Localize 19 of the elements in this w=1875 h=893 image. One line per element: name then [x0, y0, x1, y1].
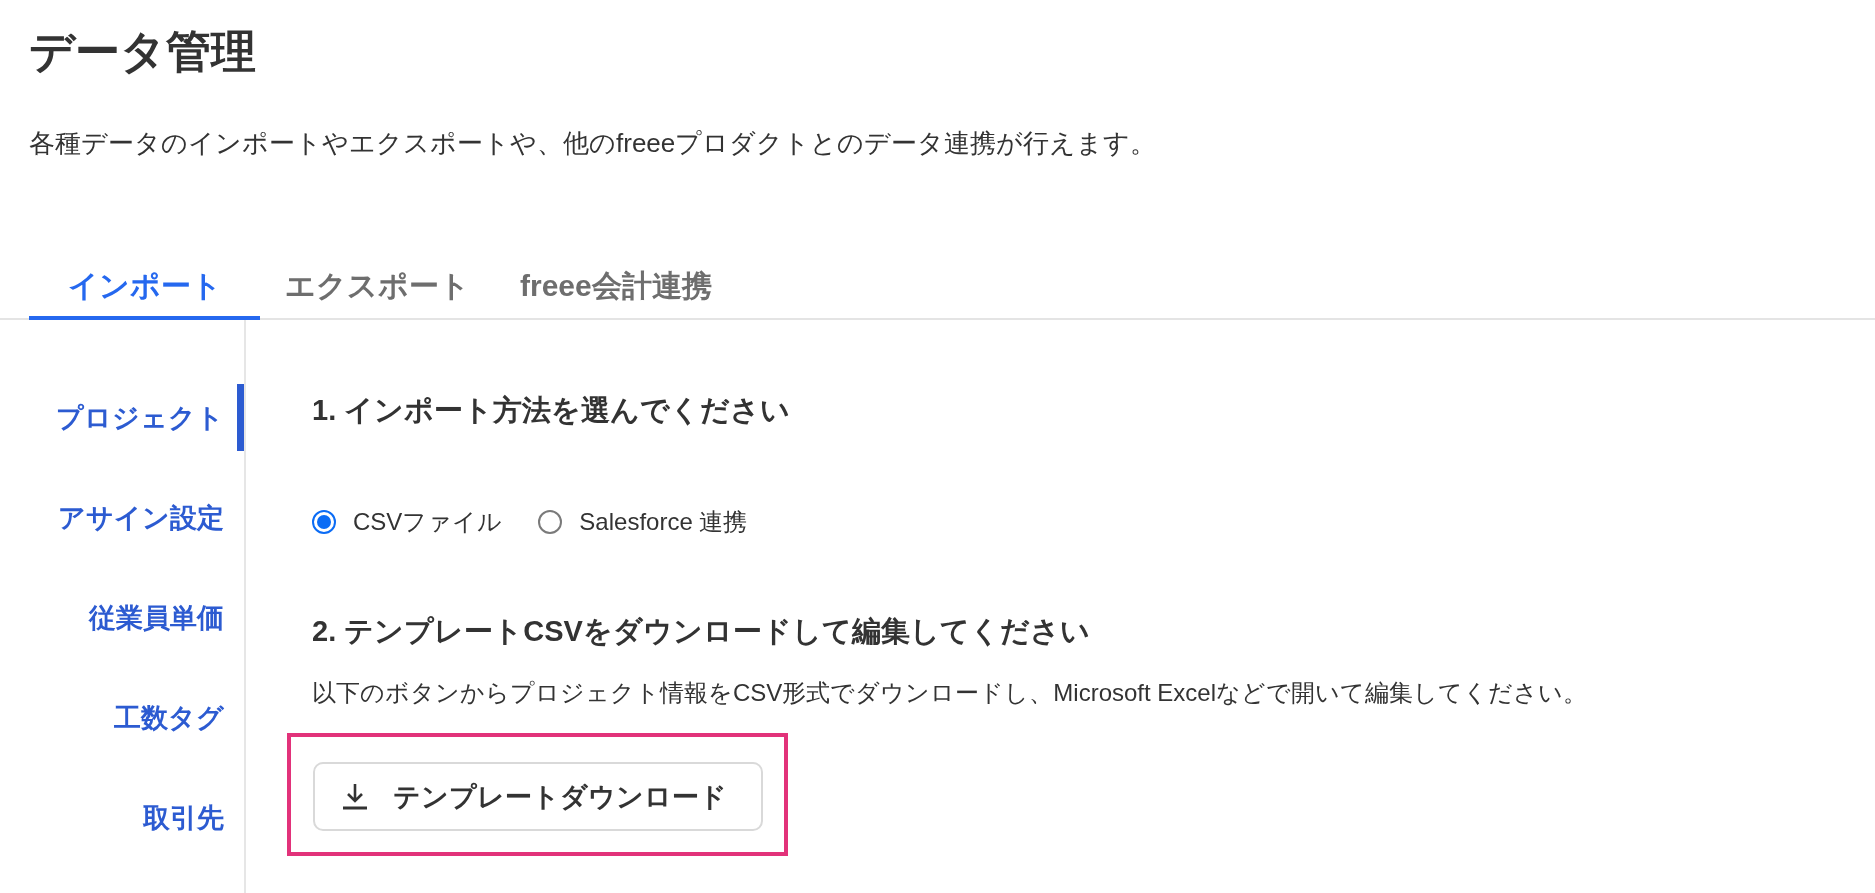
tab[interactable]: インポート — [29, 256, 260, 320]
step-heading: 1. インポート方法を選んでください — [312, 393, 792, 428]
radio-label[interactable]: CSVファイル — [353, 504, 503, 540]
radio-button[interactable] — [538, 510, 563, 534]
sidebar-item[interactable]: 取引先 — [0, 784, 244, 851]
tab[interactable]: エクスポート — [260, 256, 495, 320]
sidebar-item[interactable]: プロジェクト — [0, 384, 244, 451]
sidebar-item[interactable]: アサイン設定 — [0, 484, 244, 551]
step-heading: 2. テンプレートCSVをダウンロードして編集してください — [312, 614, 1091, 649]
sidebar-item[interactable]: 工数タグ — [0, 684, 244, 751]
sidebar-item[interactable]: 従業員単価 — [0, 584, 244, 651]
page-description: 各種データのインポートやエクスポートや、他のfreeeプロダクトとのデータ連携が行えます。 — [29, 127, 1158, 160]
radio-label[interactable]: Salesforce 連携 — [579, 504, 748, 540]
step-description: 以下のボタンからプロジェクト情報をCSV形式でダウンロードし、Microsoft Excelなどで開いて編集してください。 — [312, 678, 1589, 708]
page-title: データ管理 — [29, 25, 257, 79]
template-download-button[interactable]: テンプレートダウンロード — [313, 762, 763, 831]
tab[interactable]: freee会計連携 — [495, 256, 737, 320]
download-icon — [343, 783, 367, 810]
radio-button[interactable] — [312, 510, 336, 534]
